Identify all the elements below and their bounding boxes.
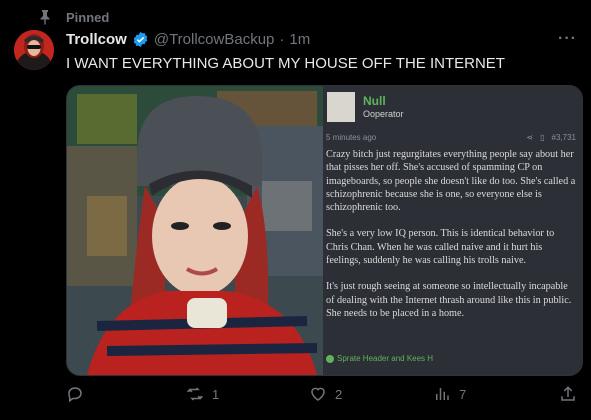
tweet-text: I WANT EVERYTHING ABOUT MY HOUSE OFF THE… bbox=[66, 55, 505, 72]
views-icon bbox=[436, 388, 449, 400]
post-paragraph: It's just rough seeing at someone so int… bbox=[326, 281, 572, 319]
reaction-icon bbox=[326, 354, 334, 363]
pinned-indicator: Pinned bbox=[38, 9, 109, 25]
reaction-names: Sprate Header and Kees H bbox=[337, 354, 434, 363]
post-number: #3,731 bbox=[551, 133, 576, 142]
post-username: Null bbox=[363, 94, 386, 108]
selfie-photo bbox=[67, 86, 323, 375]
retweet-icon bbox=[186, 387, 204, 401]
post-paragraph: She's a very low IQ person. This is iden… bbox=[326, 228, 555, 267]
post-meta: 5 minutes ago ⋖ ▯ #3,731 bbox=[326, 133, 576, 142]
like-count: 2 bbox=[335, 386, 343, 402]
reply-icon bbox=[68, 387, 82, 403]
author-handle[interactable]: @TrollcowBackup bbox=[154, 31, 275, 48]
tweet-media[interactable]: Null Ooperator 5 minutes ago ⋖ ▯ #3,731 … bbox=[66, 85, 583, 376]
more-options-icon[interactable]: ··· bbox=[558, 30, 577, 48]
tweet-actions: 1 2 7 bbox=[66, 383, 577, 405]
bookmark-icon: ▯ bbox=[540, 133, 545, 142]
share-upload-icon bbox=[561, 386, 575, 401]
share-button[interactable] bbox=[559, 385, 577, 403]
post-timestamp: 5 minutes ago bbox=[326, 133, 377, 142]
like-button[interactable]: 2 bbox=[309, 385, 342, 403]
reply-button[interactable] bbox=[66, 385, 84, 403]
author-name[interactable]: Trollcow bbox=[66, 31, 127, 48]
tweet-header: Trollcow @TrollcowBackup · 1m bbox=[66, 31, 310, 48]
post-paragraph: Crazy bitch just regurgitates everything… bbox=[326, 149, 576, 214]
post-reactions: Sprate Header and Kees H bbox=[326, 354, 433, 363]
views-button[interactable]: 7 bbox=[433, 385, 466, 403]
avatar-image bbox=[14, 30, 54, 70]
heart-icon bbox=[311, 387, 325, 401]
retweet-count: 1 bbox=[212, 386, 220, 402]
post-body: Crazy bitch just regurgitates everything… bbox=[326, 148, 578, 333]
pin-icon bbox=[40, 10, 50, 25]
retweet-button[interactable]: 1 bbox=[186, 385, 219, 403]
forum-post-screenshot: Null Ooperator 5 minutes ago ⋖ ▯ #3,731 … bbox=[323, 86, 582, 375]
view-count: 7 bbox=[459, 386, 467, 402]
pinned-label: Pinned bbox=[66, 9, 110, 25]
post-user-role: Ooperator bbox=[363, 109, 404, 119]
avatar[interactable] bbox=[14, 30, 54, 70]
separator: · bbox=[279, 31, 285, 48]
verified-badge-icon bbox=[133, 31, 148, 48]
share-icon: ⋖ bbox=[526, 133, 534, 142]
user-avatar-image bbox=[327, 92, 355, 122]
tweet-time[interactable]: 1m bbox=[289, 31, 310, 48]
